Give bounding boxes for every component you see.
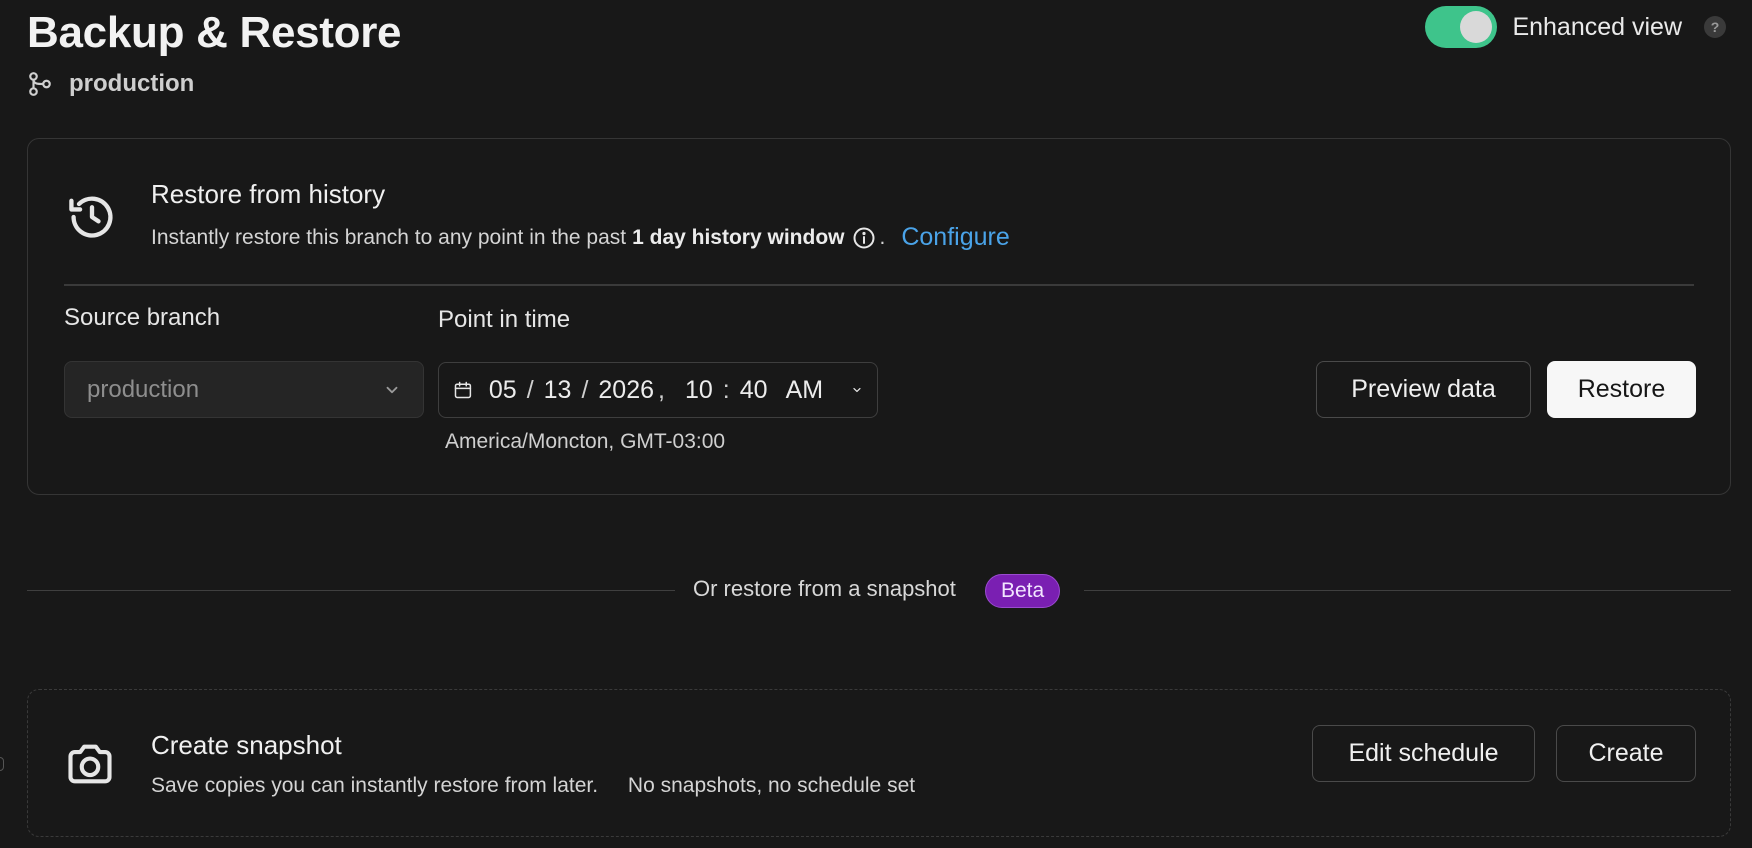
enhanced-view-toggle[interactable] [1425,6,1498,48]
edge-handle [0,757,4,771]
timezone-label: America/Moncton, GMT-03:00 [445,430,726,453]
source-branch-label: Source branch [64,304,221,331]
snapshot-status: No snapshots, no schedule set [627,774,916,797]
preview-data-button[interactable]: Preview data [1316,361,1531,418]
create-snapshot-card: Create snapshot Save copies you can inst… [27,689,1731,837]
point-in-time-label: Point in time [438,306,571,333]
snapshot-divider-right [1084,590,1731,591]
date-year[interactable]: 2026 [598,376,654,405]
time-ampm[interactable]: AM [786,376,824,405]
page-title: Backup & Restore [27,8,402,57]
edit-schedule-button[interactable]: Edit schedule [1312,725,1535,782]
help-icon[interactable]: ? [1704,16,1726,38]
history-period: . [879,225,886,249]
time-separator: : [722,375,730,404]
configure-link[interactable]: Configure [901,223,1009,252]
enhanced-view-control: Enhanced view ? [1425,6,1726,48]
source-branch-value: production [87,375,200,403]
date-time-separator: , [658,375,665,404]
time-minute[interactable]: 40 [740,376,768,405]
date-separator: / [581,375,589,404]
snapshot-divider-left [27,590,675,591]
history-window: 1 day history window [632,225,845,249]
camera-icon [68,744,112,784]
restore-from-history-card: Restore from history Instantly restore t… [27,138,1731,495]
snapshot-description-text: Save copies you can instantly restore fr… [151,774,599,797]
point-in-time-picker[interactable]: 05 / 13 / 2026, 10 : 40 AM [438,362,878,418]
chevron-down-icon [386,386,398,393]
beta-badge: Beta [985,574,1061,608]
time-hour[interactable]: 10 [685,376,713,405]
card-divider [64,284,1694,286]
source-branch-select[interactable]: production [64,361,424,418]
date-day[interactable]: 13 [544,376,572,405]
toggle-knob [1460,11,1493,43]
history-title: Restore from history [151,179,386,209]
create-snapshot-button[interactable]: Create [1556,725,1696,782]
snapshot-title: Create snapshot [151,730,342,760]
snapshot-divider-text: Or restore from a snapshot [693,576,956,601]
date-month[interactable]: 05 [489,376,517,405]
history-description-text: Instantly restore this branch to any poi… [151,225,627,249]
restore-button[interactable]: Restore [1547,361,1696,418]
branch-name: production [69,70,195,97]
branch-icon [29,72,51,96]
info-icon[interactable] [852,226,876,250]
history-icon [69,196,113,238]
calendar-icon[interactable] [453,375,473,405]
branch-indicator: production [27,70,194,98]
history-description: Instantly restore this branch to any poi… [151,223,1010,252]
enhanced-view-label: Enhanced view [1512,12,1682,41]
chevron-down-icon[interactable] [851,381,863,399]
snapshot-description: Save copies you can instantly restore fr… [151,774,915,798]
date-separator: / [526,375,534,404]
